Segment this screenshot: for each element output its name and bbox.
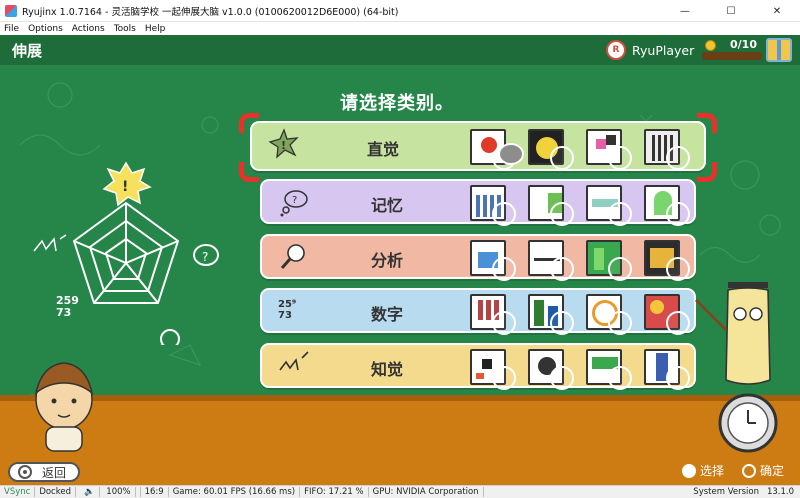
back-label: 返回 [42,465,67,480]
menu-file[interactable]: File [4,24,19,34]
category-label: 知觉 [370,360,403,379]
gift-icon[interactable] [766,38,792,62]
button-hint-icon [18,465,32,479]
volume-value: 100% [102,487,136,497]
category-numbers[interactable]: 25⁹ 73 数字 [260,288,696,335]
coin-count: 0/10 [730,38,757,51]
category-intuition[interactable]: ! 直觉 [250,121,706,171]
window-titlebar: Ryujinx 1.0.7164 - 灵活脑学校 一起伸展大脑 v1.0.0 (… [0,0,800,22]
svg-text:!: ! [281,139,286,152]
coin-counter: 0/10 [700,37,762,63]
category-analysis[interactable]: 分析 [260,234,696,281]
chalk-number-doodle: 259 73 [56,294,79,319]
coin-icon [705,40,716,51]
confirm-hint-label: 确定 [760,464,785,478]
teacher-character-illustration [694,282,778,453]
unplayed-ring [608,366,632,390]
svg-text:?: ? [202,250,208,264]
category-label: 记忆 [370,196,403,215]
select-hint-label: 选择 [700,464,725,478]
category-memory[interactable]: ? 记忆 [260,179,696,226]
fps-readout: Game: 60.01 FPS (16.66 ms) [169,487,301,497]
unplayed-ring [666,202,690,226]
unplayed-ring [608,146,632,170]
unplayed-ring [608,257,632,281]
system-version-value: 13.1.0 [766,487,794,497]
category-perception[interactable]: 知觉 [260,343,696,390]
volume-indicator[interactable]: 🔈 100% [76,487,141,497]
app-icon [5,5,17,17]
unplayed-ring [608,202,632,226]
svg-text:!: ! [122,179,128,195]
player-badge: R RyuPlayer [606,39,706,61]
system-version-label: System Version [693,487,759,497]
unplayed-ring [550,146,574,170]
perception-zigzag-icon [279,351,309,371]
unplayed-ring [492,202,516,226]
mascot-robot-icon [498,143,524,165]
unplayed-ring [550,257,574,281]
minimize-button[interactable]: — [662,0,708,22]
back-button[interactable]: 返回 [8,462,80,482]
unplayed-ring [550,366,574,390]
menu-actions[interactable]: Actions [72,24,105,34]
gpu-readout: GPU: NVIDIA Corporation [369,487,484,497]
game-viewport[interactable]: 伸展 R RyuPlayer 0/10 ! ? 259 73 请选择类别。 ! … [0,35,800,485]
unplayed-ring [492,311,516,335]
category-label: 分析 [370,251,403,270]
memory-thought-icon: ? [280,190,308,217]
dock-mode-toggle[interactable]: Docked [35,487,76,497]
category-label: 数字 [370,305,403,324]
unplayed-ring [666,257,690,281]
unplayed-ring [666,311,690,335]
unplayed-ring [608,311,632,335]
menu-tools[interactable]: Tools [114,24,136,34]
aspect-ratio-toggle[interactable]: 16:9 [141,487,169,497]
numbers-icon: 25⁹ 73 [278,299,297,321]
speaker-icon: 🔈 [79,487,100,497]
maximize-button[interactable]: ☐ [708,0,754,22]
unplayed-ring [492,257,516,281]
floor-edge [0,395,800,401]
status-bar: VSync Docked 🔈 100% 16:9 Game: 60.01 FPS… [0,485,800,498]
unplayed-ring [550,311,574,335]
button-a-icon [742,463,756,478]
close-button[interactable]: ✕ [754,0,800,22]
intuition-star-icon: ! [268,128,299,159]
unplayed-ring [666,146,690,170]
player-name: RyuPlayer [632,42,695,58]
vsync-toggle[interactable]: VSync [0,487,36,497]
category-prompt: 请选择类别。 [340,93,454,114]
menu-bar: File Options Actions Tools Help [0,22,800,35]
window-title: Ryujinx 1.0.7164 - 灵活脑学校 一起伸展大脑 v1.0.0 (… [22,7,399,18]
mode-title: 伸展 [12,42,43,60]
floor [0,395,800,485]
unplayed-ring [550,202,574,226]
confirm-hint: 确定 [742,462,784,479]
fifo-readout: FIFO: 17.21 % [300,487,369,497]
magnifier-icon [280,244,305,269]
coin-progress-bar [702,52,762,60]
category-label: 直觉 [366,140,399,159]
lightbulb-icon [682,463,696,478]
player-avatar-icon: R [606,40,626,60]
svg-text:?: ? [292,195,297,206]
select-hint: 选择 [682,462,724,479]
unplayed-ring [666,366,690,390]
student-character-illustration [34,362,94,452]
unplayed-ring [492,366,516,390]
menu-help[interactable]: Help [145,24,166,34]
menu-options[interactable]: Options [28,24,63,34]
